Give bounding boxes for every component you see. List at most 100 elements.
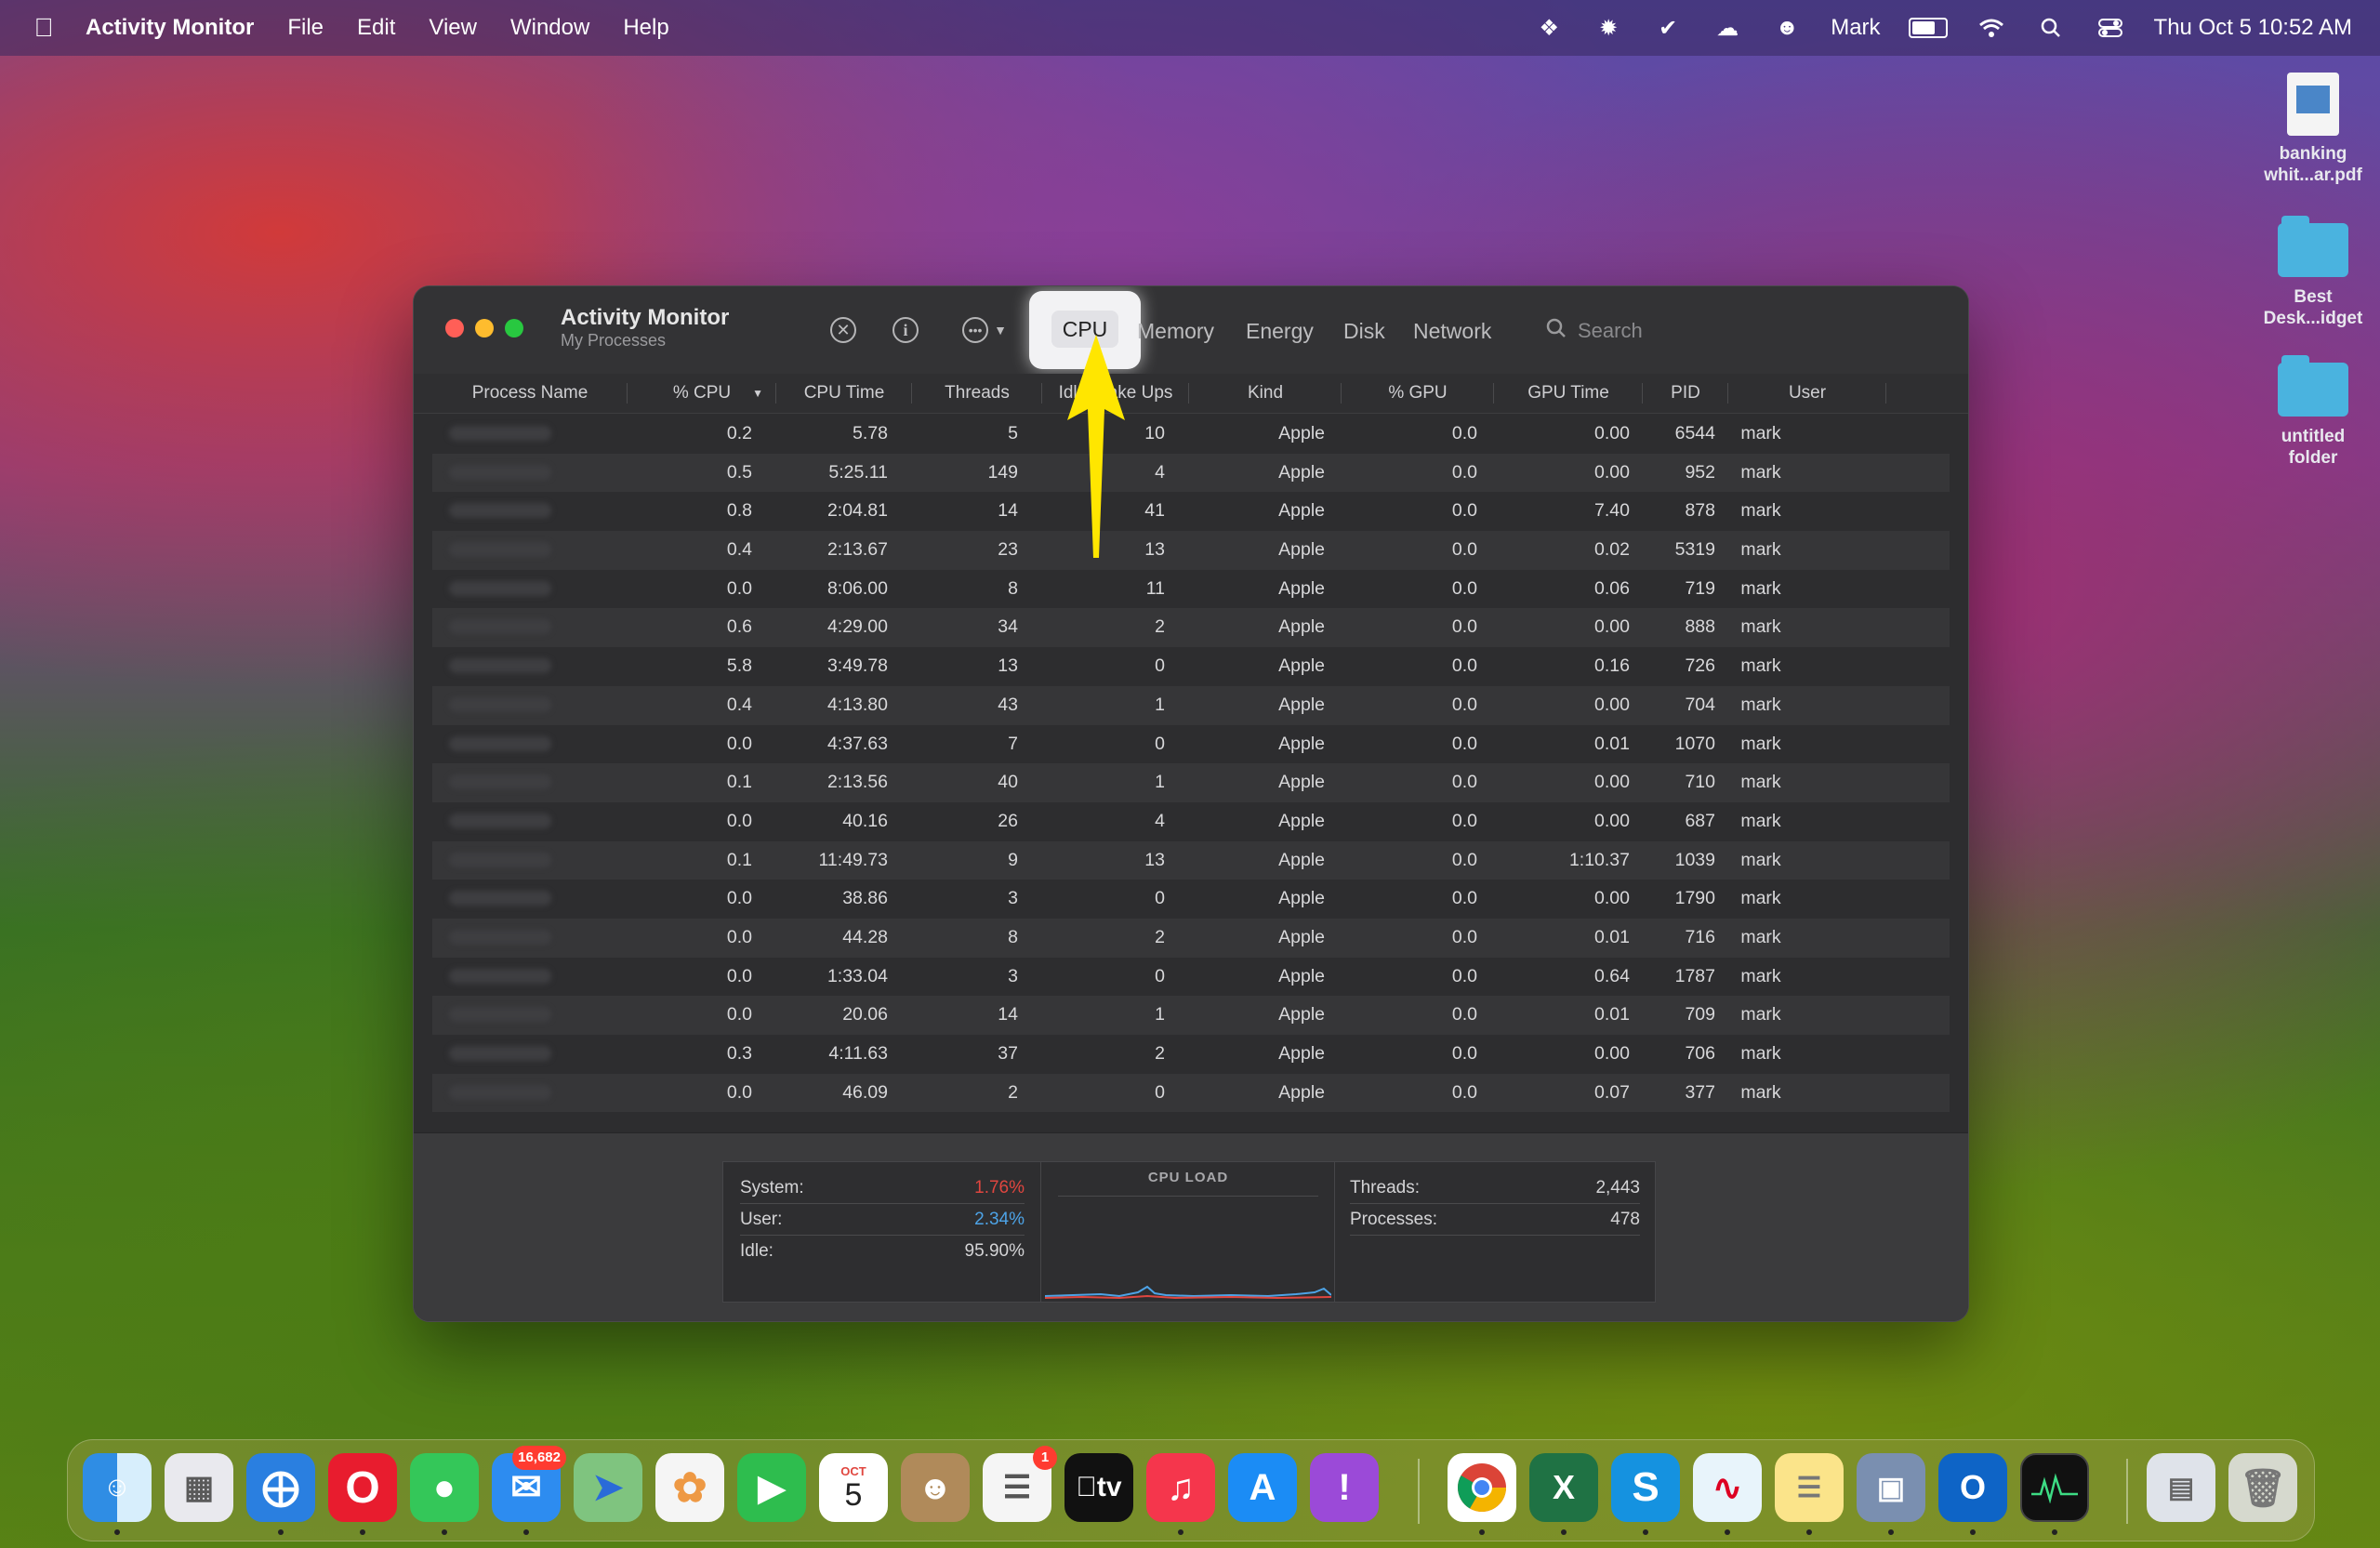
table-row[interactable]: 0.1 11:49.73 9 13 Apple 0.0 1:10.37 1039 mark (432, 840, 1950, 880)
table-row[interactable]: 0.0 1:33.04 3 0 Apple 0.0 0.64 1787 mark (432, 958, 1950, 997)
tab-memory[interactable]: Memory (1137, 314, 1214, 348)
cell-user: mark (1740, 539, 1781, 561)
battery-icon[interactable] (1908, 18, 1948, 38)
table-row[interactable]: 0.0 4:37.63 7 0 Apple 0.0 0.01 1070 mark (432, 725, 1950, 764)
table-row[interactable]: 5.8 3:49.78 13 0 Apple 0.0 0.16 726 mark (432, 647, 1950, 686)
window-minimize-button[interactable] (475, 319, 494, 337)
opera-icon[interactable]: O (328, 1453, 397, 1522)
stop-process-button[interactable]: ✕ (830, 314, 856, 346)
calendar-icon[interactable]: OCT 5 (819, 1453, 888, 1522)
notes-icon[interactable]: ☰ (1775, 1453, 1844, 1522)
column-user[interactable]: User (1728, 374, 1886, 413)
table-row[interactable]: 0.0 20.06 14 1 Apple 0.0 0.01 709 mark (432, 996, 1950, 1035)
maps-icon[interactable]: ➤ (574, 1453, 642, 1522)
menu-window[interactable]: Window (510, 15, 589, 41)
preview-icon[interactable]: ▣ (1857, 1453, 1925, 1522)
window-subtitle[interactable]: My Processes (561, 331, 666, 351)
finder-icon[interactable]: ☺ (83, 1453, 152, 1522)
table-row[interactable]: 0.3 4:11.63 37 2 Apple 0.0 0.00 706 mark (432, 1035, 1950, 1074)
menu-edit[interactable]: Edit (357, 15, 395, 41)
outlook-icon[interactable]: O (1938, 1453, 2007, 1522)
menu-app-name[interactable]: Activity Monitor (86, 15, 254, 41)
sparkle-icon[interactable]: ✹ (1593, 14, 1624, 42)
desktop-item-untitled-folder[interactable]: untitled folder (2257, 355, 2369, 469)
wifi-icon[interactable] (1976, 14, 2007, 42)
table-row[interactable]: 0.0 38.86 3 0 Apple 0.0 0.00 1790 mark (432, 880, 1950, 919)
cloud-sync-icon[interactable]: ☁ (1712, 14, 1743, 42)
safari-icon[interactable]: ⨁ (246, 1453, 315, 1522)
more-actions-button[interactable]: ••• ▼ (957, 314, 1012, 346)
spotlight-search-icon[interactable] (2035, 14, 2067, 42)
process-name-redacted (449, 503, 551, 519)
cell-gpu-percent: 0.0 (1451, 888, 1477, 909)
desktop-item-label: untitled folder (2281, 427, 2346, 468)
desktop-item-best-desk[interactable]: Best Desk...idget (2257, 216, 2369, 329)
column-process-name[interactable]: Process Name (432, 374, 628, 413)
cell-cpu-time: 8:06.00 (826, 577, 888, 599)
table-row[interactable]: 0.0 40.16 26 4 Apple 0.0 0.00 687 mark (432, 802, 1950, 841)
freeform-icon[interactable]: ∿ (1693, 1453, 1762, 1522)
apple-tv-icon[interactable]: tv (1064, 1453, 1133, 1522)
window-zoom-button[interactable] (505, 319, 523, 337)
column-gpu-time[interactable]: GPU Time (1494, 374, 1643, 413)
column-cpu-percent[interactable]: % CPU ▼ (628, 374, 776, 413)
user-icon[interactable]: ☻ (1771, 14, 1803, 42)
activity-monitor-icon[interactable] (2020, 1453, 2089, 1522)
checkmark-shield-icon[interactable]: ✔ (1652, 14, 1684, 42)
cell-idle-wake-ups: 0 (1155, 655, 1165, 677)
menu-file[interactable]: File (287, 15, 324, 41)
skype-icon[interactable]: S (1611, 1453, 1680, 1522)
menu-help[interactable]: Help (623, 15, 668, 41)
app-store-icon[interactable]: A (1228, 1453, 1297, 1522)
messages-icon[interactable]: ● (410, 1453, 479, 1522)
yellow-arrow-annotation (1067, 335, 1125, 558)
excel-icon[interactable]: X (1529, 1453, 1598, 1522)
window-close-button[interactable] (445, 319, 464, 337)
cell-user: mark (1740, 461, 1781, 483)
reminders-icon[interactable]: ☰ 1 (983, 1446, 1057, 1522)
table-row[interactable]: 0.0 44.28 8 2 Apple 0.0 0.01 716 mark (432, 918, 1950, 958)
facetime-icon[interactable]: ▶ (737, 1453, 806, 1522)
apple-menu-icon[interactable]:  (30, 13, 58, 43)
control-center-icon[interactable] (2095, 14, 2126, 42)
trash-icon[interactable]: 🗑 (2228, 1453, 2297, 1522)
inspect-process-button[interactable]: i (892, 314, 919, 346)
column-threads[interactable]: Threads (912, 374, 1042, 413)
table-row[interactable]: 0.4 4:13.80 43 1 Apple 0.0 0.00 704 mark (432, 685, 1950, 725)
column-pid[interactable]: PID (1643, 374, 1728, 413)
launchpad-icon[interactable]: ▦ (165, 1453, 233, 1522)
music-icon[interactable]: ♫ (1146, 1453, 1215, 1522)
table-row[interactable]: 0.2 5.78 5 10 Apple 0.0 0.00 6544 mark (432, 415, 1950, 454)
table-row[interactable]: 0.8 2:04.81 14 41 Apple 0.0 7.40 878 mark (432, 492, 1950, 531)
table-row[interactable]: 0.6 4:29.00 34 2 Apple 0.0 0.00 888 mark (432, 608, 1950, 648)
photos-icon[interactable]: ✿ (655, 1453, 724, 1522)
table-row[interactable]: 0.5 5:25.11 149 4 Apple 0.0 0.00 952 mark (432, 453, 1950, 493)
menubar-clock[interactable]: Thu Oct 5 10:52 AM (2154, 15, 2352, 41)
dropbox-icon[interactable]: ❖ (1533, 14, 1565, 42)
column-kind[interactable]: Kind (1189, 374, 1342, 413)
search-field[interactable]: Search (1546, 314, 1937, 348)
column-gpu-percent[interactable]: % GPU (1342, 374, 1494, 413)
cell-gpu-percent: 0.0 (1451, 694, 1477, 715)
tab-disk[interactable]: Disk (1343, 314, 1385, 348)
cell-idle-wake-ups: 1 (1155, 1004, 1165, 1025)
tab-energy[interactable]: Energy (1246, 314, 1314, 348)
recent-document-icon[interactable]: ▤ (2147, 1453, 2215, 1522)
menu-view[interactable]: View (429, 15, 477, 41)
cell-kind: Apple (1278, 1004, 1325, 1025)
table-row[interactable]: 0.4 2:13.67 23 13 Apple 0.0 0.02 5319 mark (432, 531, 1950, 570)
desktop-item-pdf[interactable]: banking whit...ar.pdf (2257, 73, 2369, 186)
tab-network[interactable]: Network (1413, 314, 1491, 348)
cell-threads: 8 (1008, 577, 1018, 599)
table-row[interactable]: 0.0 8:06.00 8 11 Apple 0.0 0.06 719 mark (432, 570, 1950, 609)
menubar-user-name[interactable]: Mark (1831, 15, 1880, 41)
cell-threads: 23 (998, 539, 1018, 561)
graph-divider (1058, 1196, 1318, 1197)
table-row[interactable]: 0.1 2:13.56 40 1 Apple 0.0 0.00 710 mark (432, 763, 1950, 802)
column-cpu-time[interactable]: CPU Time (776, 374, 912, 413)
table-row[interactable]: 0.0 46.09 2 0 Apple 0.0 0.07 377 mark (432, 1073, 1950, 1113)
contacts-icon[interactable]: ☻ (901, 1453, 970, 1522)
mail-icon[interactable]: ✉ 16,682 (492, 1446, 566, 1522)
chrome-icon[interactable] (1448, 1453, 1516, 1522)
feedback-assistant-icon[interactable]: ! (1310, 1453, 1379, 1522)
